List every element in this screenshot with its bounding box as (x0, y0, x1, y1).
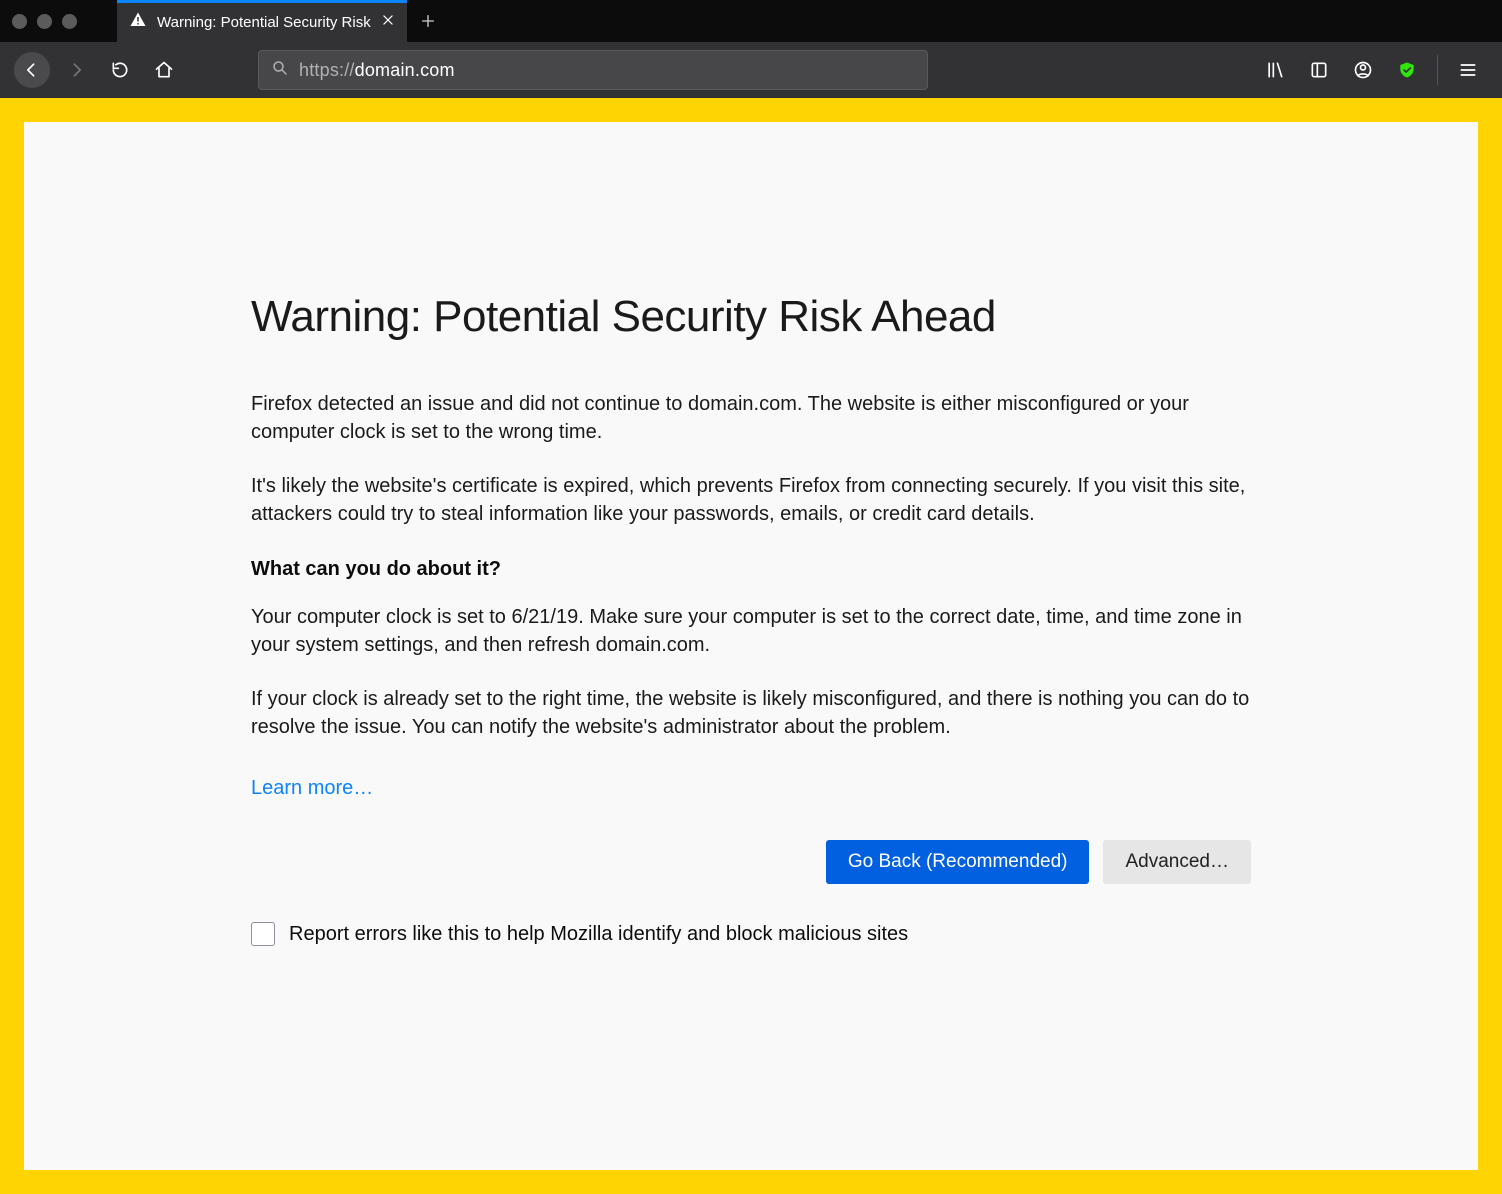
zoom-window-button[interactable] (62, 14, 77, 29)
tab-strip: Warning: Potential Security Risk (0, 0, 1502, 42)
button-row: Go Back (Recommended) Advanced… (251, 840, 1251, 884)
protection-shield-icon[interactable] (1387, 52, 1427, 88)
content-viewport: Warning: Potential Security Risk Ahead F… (0, 98, 1502, 1194)
account-button[interactable] (1343, 52, 1383, 88)
go-back-button[interactable]: Go Back (Recommended) (826, 840, 1090, 884)
app-menu-button[interactable] (1448, 52, 1488, 88)
url-bar[interactable]: https://domain.com (258, 50, 928, 90)
home-button[interactable] (146, 52, 182, 88)
advanced-button[interactable]: Advanced… (1103, 840, 1251, 884)
navigation-toolbar: https://domain.com (0, 42, 1502, 98)
report-checkbox[interactable] (251, 922, 275, 946)
tab-title: Warning: Potential Security Risk (157, 14, 371, 31)
sidebar-button[interactable] (1299, 52, 1339, 88)
url-text: https://domain.com (299, 60, 455, 81)
error-subheading: What can you do about it? (251, 558, 1251, 581)
error-page: Warning: Potential Security Risk Ahead F… (24, 122, 1478, 1170)
reload-button[interactable] (102, 52, 138, 88)
separator (1437, 55, 1438, 85)
url-domain: domain.com (355, 60, 455, 80)
report-label: Report errors like this to help Mozilla … (289, 923, 908, 946)
error-paragraph-2: It's likely the website's certificate is… (251, 472, 1251, 528)
url-scheme: https:// (299, 60, 355, 80)
library-button[interactable] (1255, 52, 1295, 88)
close-window-button[interactable] (12, 14, 27, 29)
error-paragraph-1: Firefox detected an issue and did not co… (251, 390, 1251, 446)
warning-icon (129, 11, 147, 34)
minimize-window-button[interactable] (37, 14, 52, 29)
back-button[interactable] (14, 52, 50, 88)
toolbar-right (1255, 52, 1488, 88)
page-title: Warning: Potential Security Risk Ahead (251, 292, 1251, 342)
error-paragraph-3: Your computer clock is set to 6/21/19. M… (251, 603, 1251, 659)
window-controls (12, 0, 117, 42)
close-tab-icon[interactable] (381, 13, 395, 32)
report-row: Report errors like this to help Mozilla … (251, 922, 1251, 946)
learn-more-link[interactable]: Learn more… (251, 777, 373, 800)
error-content: Warning: Potential Security Risk Ahead F… (251, 292, 1251, 946)
browser-tab[interactable]: Warning: Potential Security Risk (117, 0, 407, 42)
error-paragraph-4: If your clock is already set to the righ… (251, 685, 1251, 741)
forward-button[interactable] (58, 52, 94, 88)
search-icon (271, 59, 289, 82)
new-tab-button[interactable] (407, 0, 449, 42)
